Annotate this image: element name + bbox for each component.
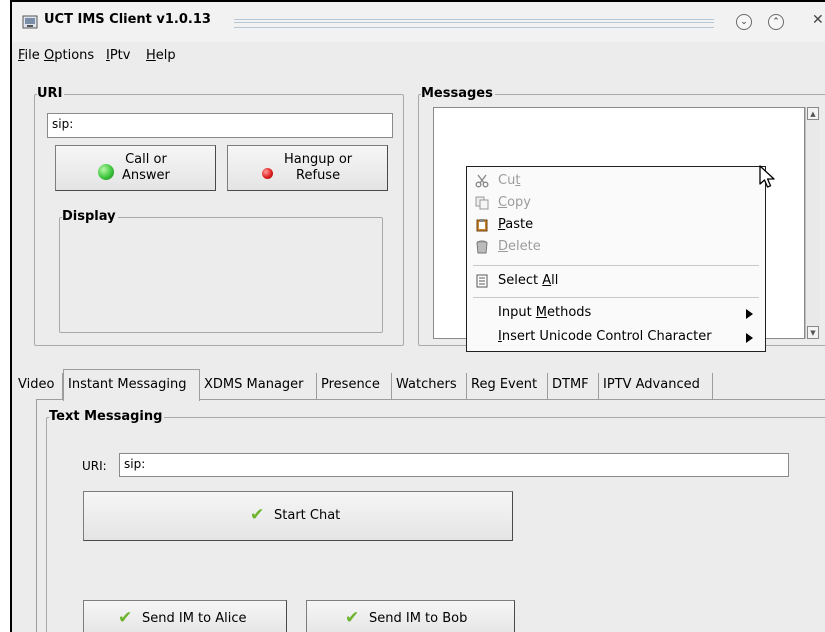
call-label-line1: Call or xyxy=(125,152,167,167)
menu-iptv[interactable]: IPtv xyxy=(106,48,130,63)
submenu-arrow-icon xyxy=(746,309,753,319)
ctx-separator xyxy=(473,297,759,298)
tab-watchers[interactable]: Watchers xyxy=(392,373,467,399)
ctx-select-all[interactable]: Select All xyxy=(475,271,759,293)
ctx-input-methods-mnemonic: M xyxy=(535,305,548,320)
mouse-cursor-icon xyxy=(759,165,775,188)
window-title: UCT IMS Client v1.0.13 xyxy=(44,12,211,27)
menu-options-mnemonic: O xyxy=(44,48,55,63)
ctx-separator xyxy=(473,265,759,266)
start-chat-button[interactable]: ✔ Start Chat xyxy=(83,491,513,541)
scissors-icon xyxy=(475,174,489,188)
im-uri-input[interactable]: sip: xyxy=(119,453,789,477)
send-im-alice-button[interactable]: ✔ Send IM to Alice xyxy=(83,600,287,632)
hangup-label-line2: Refuse xyxy=(296,168,341,183)
hangup-led-icon xyxy=(262,168,273,179)
display-group-title: Display xyxy=(62,209,118,224)
ctx-copy-label: opy xyxy=(507,195,531,210)
call-button-label: Call or Answer xyxy=(122,152,170,184)
check-icon: ✔ xyxy=(345,608,360,628)
hangup-button-label: Hangup or Refuse xyxy=(284,152,352,184)
ctx-cut-mnemonic: t xyxy=(515,173,521,188)
tab-presence[interactable]: Presence xyxy=(317,373,392,399)
hangup-refuse-button[interactable]: Hangup or Refuse xyxy=(227,145,388,191)
app-icon xyxy=(22,15,38,29)
ctx-select-all-label-rest: ll xyxy=(551,273,559,288)
context-menu: Cut Copy Paste Delete Select All Input M… xyxy=(466,166,766,352)
ctx-copy[interactable]: Copy xyxy=(475,193,759,215)
menu-help-label: elp xyxy=(155,48,176,63)
copy-icon xyxy=(475,196,489,210)
menu-file-label: ile xyxy=(24,48,40,63)
messages-scrollbar[interactable]: ▲ ▼ xyxy=(805,107,820,339)
title-bar[interactable]: UCT IMS Client v1.0.13 ⌄ ⌃ ✕ xyxy=(12,2,825,42)
ctx-paste[interactable]: Paste xyxy=(475,215,759,237)
text-messaging-title: Text Messaging xyxy=(49,409,165,424)
send-im-bob-button[interactable]: ✔ Send IM to Bob xyxy=(306,600,515,632)
ctx-input-methods-label: Input xyxy=(498,305,536,320)
instant-messaging-panel: Text Messaging URI: sip: ✔ Start Chat ✔ … xyxy=(36,399,825,632)
maximize-icon[interactable]: ⌃ xyxy=(768,14,784,30)
ctx-cut-label: Cu xyxy=(498,173,516,188)
submenu-arrow-icon xyxy=(746,333,753,343)
start-chat-label: Start Chat xyxy=(274,508,341,523)
call-answer-button[interactable]: Call or Answer xyxy=(55,145,216,191)
send-alice-label: Send IM to Alice xyxy=(142,611,247,626)
messages-group-title: Messages xyxy=(421,86,495,101)
menu-help-mnemonic: H xyxy=(146,48,156,63)
ctx-copy-mnemonic: C xyxy=(498,195,508,210)
title-decoration xyxy=(234,19,714,28)
uri-group: URI sip: Call or Answer Hangup or Refuse… xyxy=(34,86,404,346)
ctx-select-all-label: Select xyxy=(498,273,543,288)
text-messaging-group: Text Messaging URI: sip: ✔ Start Chat ✔ … xyxy=(46,409,825,632)
scroll-down-icon[interactable]: ▼ xyxy=(807,326,819,339)
ctx-cut[interactable]: Cut xyxy=(475,171,759,193)
ctx-insert-unicode[interactable]: Insert Unicode Control Character xyxy=(475,327,759,349)
ctx-delete-label: elete xyxy=(508,239,541,254)
ctx-delete-mnemonic: D xyxy=(498,239,509,254)
call-label-line2: Answer xyxy=(122,168,170,183)
uri-input[interactable]: sip: xyxy=(47,113,393,138)
select-all-icon xyxy=(476,274,488,288)
tab-iptv-advanced[interactable]: IPTV Advanced xyxy=(599,373,713,399)
menu-file[interactable]: File xyxy=(18,48,40,63)
ctx-insert-unicode-label: nsert Unicode Control Character xyxy=(501,329,712,344)
menu-options[interactable]: Options xyxy=(44,48,94,63)
ctx-input-methods-label-rest: ethods xyxy=(547,305,592,320)
menu-bar: File Options IPtv Help xyxy=(12,46,825,68)
hangup-label-line1: Hangup or xyxy=(284,152,353,167)
send-bob-label: Send IM to Bob xyxy=(369,611,468,626)
call-led-icon xyxy=(98,164,114,180)
minimize-icon[interactable]: ⌄ xyxy=(736,14,752,30)
close-icon[interactable]: ✕ xyxy=(812,12,824,28)
tab-instant-messaging[interactable]: Instant Messaging xyxy=(63,369,200,401)
menu-help[interactable]: Help xyxy=(146,48,176,63)
check-icon: ✔ xyxy=(250,505,265,525)
im-uri-label: URI: xyxy=(82,459,107,473)
tab-xdms-manager[interactable]: XDMS Manager xyxy=(200,373,317,399)
display-group: Display xyxy=(59,209,383,333)
tab-reg-event[interactable]: Reg Event xyxy=(467,373,548,399)
scroll-up-icon[interactable]: ▲ xyxy=(807,107,819,120)
ctx-paste-label: aste xyxy=(505,217,534,232)
tab-video[interactable]: Video xyxy=(14,373,63,399)
ctx-delete[interactable]: Delete xyxy=(475,237,759,259)
tab-dtmf[interactable]: DTMF xyxy=(548,373,599,399)
check-icon: ✔ xyxy=(118,608,133,628)
menu-options-label: ptions xyxy=(54,48,95,63)
ctx-input-methods[interactable]: Input Methods xyxy=(475,303,759,325)
clipboard-icon xyxy=(476,219,488,232)
uri-group-title: URI xyxy=(37,86,65,101)
trash-icon xyxy=(476,240,488,254)
ctx-select-all-mnemonic: A xyxy=(542,273,552,288)
menu-iptv-label: Ptv xyxy=(109,48,131,63)
